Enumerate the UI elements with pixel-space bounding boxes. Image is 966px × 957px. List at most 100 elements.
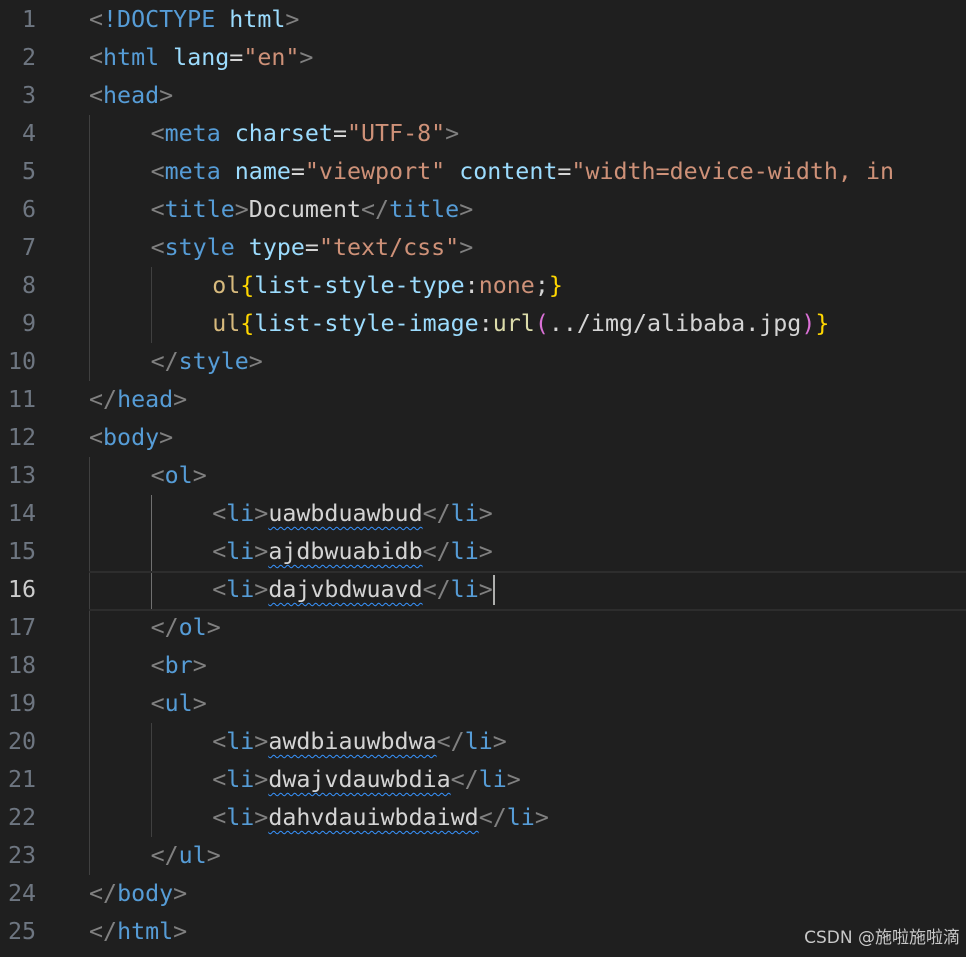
line-number[interactable]: 10 — [0, 343, 36, 381]
code-token: < — [212, 538, 227, 565]
line-number[interactable]: 9 — [0, 305, 36, 343]
line-number[interactable]: 20 — [0, 723, 36, 761]
code-editor[interactable]: 1 <!DOCTYPE html> 2 <html lang="en"> 3 <head>… — [0, 0, 966, 957]
code-line[interactable]: 12 <body> — [0, 419, 966, 457]
line-code[interactable]: <li>dajvbdwuavd</li> — [212, 571, 493, 609]
code-token: ol — [164, 462, 193, 489]
line-number[interactable]: 21 — [0, 761, 36, 799]
line-number[interactable]: 15 — [0, 533, 36, 571]
line-code[interactable]: </ul> — [151, 837, 221, 875]
line-number[interactable]: 16 — [0, 571, 36, 609]
line-code[interactable]: <!DOCTYPE html> — [89, 1, 299, 39]
code-line[interactable]: 13 <ol> — [0, 457, 966, 495]
line-code[interactable]: </style> — [151, 343, 263, 381]
code-token: < — [212, 728, 227, 755]
line-code[interactable]: ol{list-style-type:none;} — [212, 267, 563, 305]
code-token: = — [332, 120, 347, 147]
code-line[interactable]: 3 <head> — [0, 77, 966, 115]
code-token: ul — [212, 310, 241, 337]
line-number[interactable]: 2 — [0, 39, 36, 77]
code-line[interactable]: 22 <li>dahvdauiwbdaiwd</li> — [0, 799, 966, 837]
spellcheck-flagged-text: ajdbwuabidb — [268, 538, 423, 565]
line-number[interactable]: 12 — [0, 419, 36, 457]
code-token: ; — [534, 272, 549, 299]
code-token: list-style-type — [254, 272, 465, 299]
code-line[interactable]: 23 </ul> — [0, 837, 966, 875]
line-code[interactable]: </body> — [89, 875, 187, 913]
line-number[interactable]: 22 — [0, 799, 36, 837]
code-token: li — [450, 538, 479, 565]
line-code[interactable]: <li>awdbiauwbdwa</li> — [212, 723, 507, 761]
line-number[interactable]: 3 — [0, 77, 36, 115]
code-line[interactable]: 7 <style type="text/css"> — [0, 229, 966, 267]
line-code[interactable]: <li>ajdbwuabidb</li> — [212, 533, 493, 571]
line-code[interactable]: <li>uawbduawbud</li> — [212, 495, 493, 533]
line-number[interactable]: 5 — [0, 153, 36, 191]
line-code[interactable]: <body> — [89, 419, 173, 457]
code-line[interactable]: 11 </head> — [0, 381, 966, 419]
line-code[interactable]: <meta charset="UTF-8"> — [151, 115, 460, 153]
code-line[interactable]: 20 <li>awdbiauwbdwa</li> — [0, 723, 966, 761]
line-code[interactable]: <br> — [151, 647, 207, 685]
code-token: } — [548, 272, 563, 299]
line-number[interactable]: 1 — [0, 1, 36, 39]
code-line[interactable]: 24 </body> — [0, 875, 966, 913]
code-token: ul — [164, 690, 193, 717]
code-line[interactable]: 10 </style> — [0, 343, 966, 381]
line-code[interactable]: </ol> — [151, 609, 221, 647]
line-number[interactable]: 19 — [0, 685, 36, 723]
line-code[interactable]: ul{list-style-image:url(../img/alibaba.j… — [212, 305, 829, 343]
code-token: > — [506, 766, 521, 793]
code-line[interactable]: 8 ol{list-style-type:none;} — [0, 267, 966, 305]
code-line[interactable]: 2 <html lang="en"> — [0, 39, 966, 77]
code-token: > — [173, 880, 188, 907]
line-code[interactable]: <li>dahvdauiwbdaiwd</li> — [212, 799, 549, 837]
line-number[interactable]: 18 — [0, 647, 36, 685]
line-code[interactable]: <head> — [89, 77, 173, 115]
code-line[interactable]: 17 </ol> — [0, 609, 966, 647]
code-line[interactable]: 18 <br> — [0, 647, 966, 685]
line-number[interactable]: 11 — [0, 381, 36, 419]
line-number[interactable]: 6 — [0, 191, 36, 229]
code-line[interactable]: 9 ul{list-style-image:url(../img/alibaba.… — [0, 305, 966, 343]
line-number[interactable]: 13 — [0, 457, 36, 495]
code-token: lang — [173, 44, 230, 71]
code-line[interactable]: 16 <li>dajvbdwuavd</li> — [0, 571, 966, 611]
line-number[interactable]: 23 — [0, 837, 36, 875]
code-token: "viewport" — [304, 158, 446, 185]
code-line[interactable]: 4 <meta charset="UTF-8"> — [0, 115, 966, 153]
line-number[interactable]: 8 — [0, 267, 36, 305]
code-line[interactable]: 1 <!DOCTYPE html> — [0, 1, 966, 39]
line-number[interactable]: 4 — [0, 115, 36, 153]
code-token: > — [173, 918, 188, 945]
line-number[interactable]: 25 — [0, 913, 36, 951]
code-line[interactable]: 19 <ul> — [0, 685, 966, 723]
code-line[interactable]: 14 <li>uawbduawbud</li> — [0, 495, 966, 533]
line-number[interactable]: 24 — [0, 875, 36, 913]
code-line[interactable]: 5 <meta name="viewport" content="width=de… — [0, 153, 966, 191]
code-line[interactable]: 15 <li>ajdbwuabidb</li> — [0, 533, 966, 571]
code-token: > — [254, 804, 269, 831]
code-token: > — [159, 424, 174, 451]
code-token: > — [254, 766, 269, 793]
line-code[interactable]: <ul> — [151, 685, 207, 723]
line-code[interactable]: <ol> — [151, 457, 207, 495]
code-line[interactable]: 6 <title>Document</title> — [0, 191, 966, 229]
code-token: </ — [89, 386, 118, 413]
line-number[interactable]: 17 — [0, 609, 36, 647]
code-token: < — [150, 234, 165, 261]
line-number[interactable]: 14 — [0, 495, 36, 533]
code-token: ol — [212, 272, 241, 299]
line-code[interactable]: </head> — [89, 381, 187, 419]
line-code[interactable]: <html lang="en"> — [89, 39, 313, 77]
code-token: none — [478, 272, 535, 299]
line-number[interactable]: 7 — [0, 229, 36, 267]
line-code[interactable]: <title>Document</title> — [151, 191, 474, 229]
code-token: } — [815, 310, 830, 337]
code-line[interactable]: 21 <li>dwajvdauwbdia</li> — [0, 761, 966, 799]
line-code[interactable]: </html> — [89, 913, 187, 951]
line-code[interactable]: <style type="text/css"> — [151, 229, 474, 267]
line-code[interactable]: <li>dwajvdauwbdia</li> — [212, 761, 521, 799]
code-token: "width=device-width, in — [571, 158, 895, 185]
line-code[interactable]: <meta name="viewport" content="width=dev… — [151, 153, 894, 191]
